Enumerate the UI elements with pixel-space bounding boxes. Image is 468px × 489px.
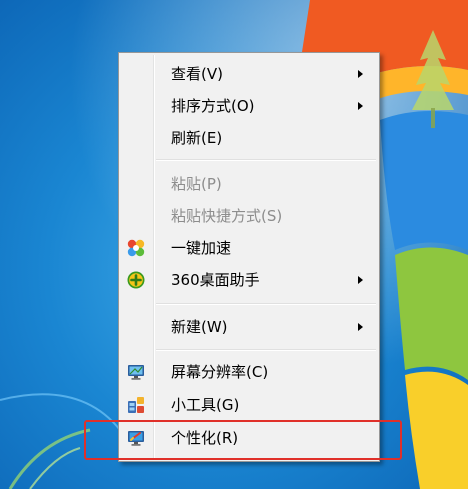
menu-item-gadgets[interactable]: 小工具(G) (121, 390, 377, 420)
menu-item-refresh[interactable]: 刷新(E) (121, 123, 377, 153)
menu-item-label: 排序方式(O) (171, 97, 255, 115)
monitor-resolution-icon (127, 363, 145, 381)
menu-separator (156, 349, 376, 351)
menu-item-label: 粘贴快捷方式(S) (171, 207, 283, 225)
menu-item-360-desktop-assistant[interactable]: 360桌面助手 (121, 265, 377, 295)
menu-item-label: 屏幕分辨率(C) (171, 363, 269, 381)
menu-item-label: 一键加速 (171, 239, 232, 257)
submenu-arrow-icon (358, 276, 363, 284)
menu-item-sort-by[interactable]: 排序方式(O) (121, 91, 377, 121)
menu-item-label: 刷新(E) (171, 129, 223, 147)
highlight-annotation-box (84, 420, 402, 460)
gadgets-icon (127, 396, 145, 414)
menu-item-paste-shortcut[interactable]: 粘贴快捷方式(S) (121, 201, 377, 231)
menu-item-screen-resolution[interactable]: 屏幕分辨率(C) (121, 357, 377, 387)
menu-item-view[interactable]: 查看(V) (121, 59, 377, 89)
desktop-context-menu: 查看(V) 排序方式(O) 刷新(E) 粘贴(P) 粘贴快捷方式(S) 一键加速 (118, 52, 380, 462)
desktop-assistant-icon (127, 271, 145, 289)
menu-item-new[interactable]: 新建(W) (121, 312, 377, 342)
menu-item-paste[interactable]: 粘贴(P) (121, 169, 377, 199)
menu-item-label: 粘贴(P) (171, 175, 222, 193)
submenu-arrow-icon (358, 102, 363, 110)
menu-separator (156, 303, 376, 305)
menu-item-label: 360桌面助手 (171, 271, 260, 289)
menu-item-label: 查看(V) (171, 65, 223, 83)
speedup-icon (127, 239, 145, 257)
submenu-arrow-icon (358, 70, 363, 78)
menu-item-label: 新建(W) (171, 318, 228, 336)
menu-item-one-click-speedup[interactable]: 一键加速 (121, 233, 377, 263)
menu-separator (156, 159, 376, 161)
menu-item-label: 小工具(G) (171, 396, 240, 414)
submenu-arrow-icon (358, 323, 363, 331)
